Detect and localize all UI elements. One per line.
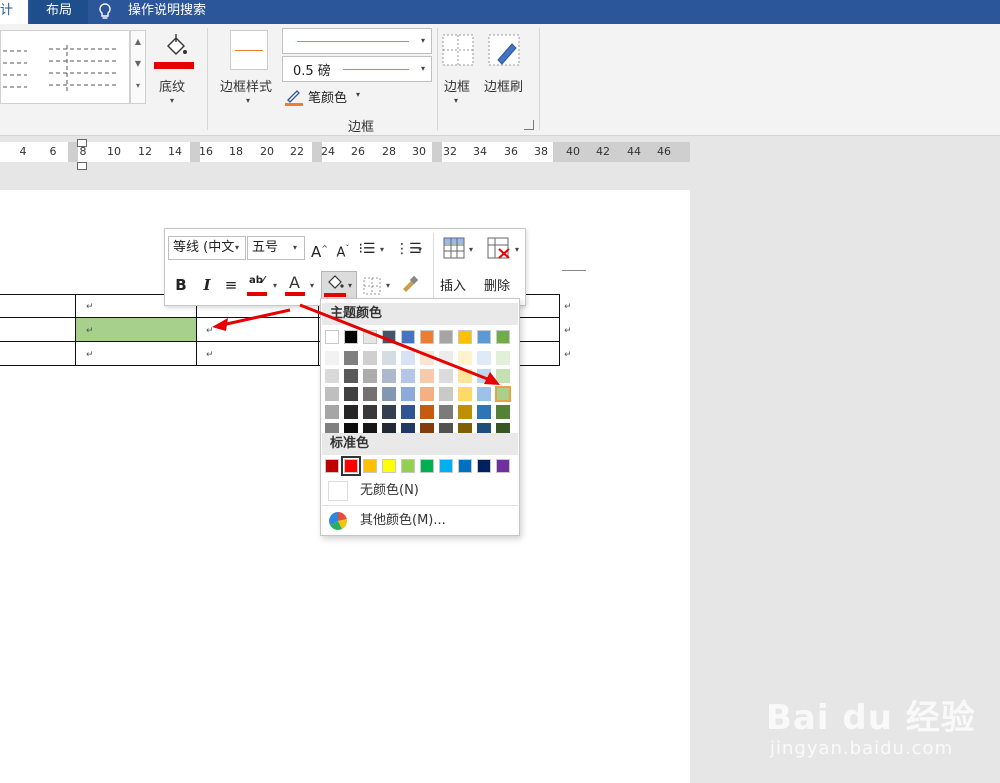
annotation-arrows xyxy=(212,303,500,385)
annotation-arrow-to-cell xyxy=(221,308,291,327)
baidu-watermark: Bai du 经验 xyxy=(766,698,976,738)
watermark-url: jingyan.baidu.com xyxy=(770,738,954,759)
arrow-head xyxy=(212,318,228,331)
annotation-arrow-to-swatch xyxy=(299,303,491,382)
